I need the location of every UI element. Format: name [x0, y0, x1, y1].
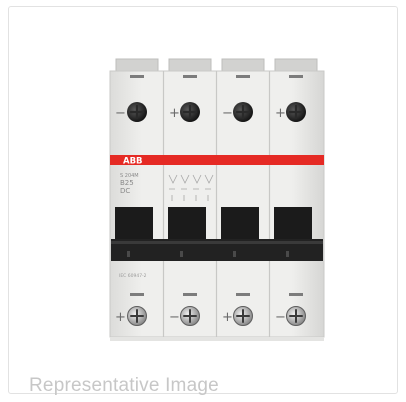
top-sign-2: + — [169, 106, 180, 121]
top-sign-3: − — [222, 106, 233, 121]
image-caption: Representative Image — [29, 375, 219, 396]
top-sign-1: − — [115, 106, 126, 121]
bottom-sign-1: + — [115, 310, 126, 325]
bottom-sign-3: + — [222, 310, 233, 325]
product-image-card: − + − + ABB S 204M B25 DC IEC 60947-2 + … — [8, 6, 398, 396]
brand-logo: ABB — [123, 157, 143, 167]
bottom-sign-4: − — [275, 310, 286, 325]
rating-text: B25 — [120, 179, 134, 187]
voltage-text: DC — [120, 187, 130, 195]
top-sign-4: + — [275, 106, 286, 121]
bottom-sign-2: − — [169, 310, 180, 325]
circuit-breaker-image: − + − + ABB S 204M B25 DC IEC 60947-2 + … — [109, 58, 325, 341]
svg-text:IEC 60947-2: IEC 60947-2 — [119, 273, 147, 279]
